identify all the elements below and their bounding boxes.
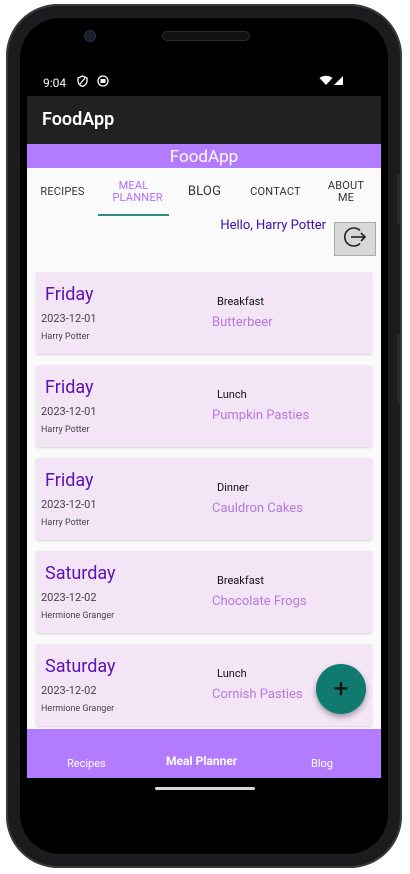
meal-name: Cornish Pasties (212, 687, 303, 702)
meal-date: 2023-12-01 (41, 312, 97, 325)
logout-icon (342, 224, 368, 254)
meal-plan-list: Friday 2023-12-01 Harry Potter Breakfast… (36, 272, 372, 737)
greeting-text: Hello, Harry Potter (220, 218, 326, 233)
bottom-navigation: Recipes Meal Planner Blog (27, 729, 381, 778)
shield-icon (77, 75, 88, 90)
meal-name: Pumpkin Pasties (212, 408, 310, 423)
front-camera (84, 30, 96, 42)
meal-type: Breakfast (217, 574, 264, 587)
meal-day: Saturday (45, 656, 116, 677)
meal-date: 2023-12-01 (41, 405, 97, 418)
meal-day: Friday (45, 284, 94, 305)
status-bar: 9:04 (27, 66, 381, 96)
meal-date: 2023-12-01 (41, 498, 97, 511)
logout-button[interactable] (334, 222, 376, 256)
meal-day: Saturday (45, 563, 116, 584)
meal-person: Hermione Granger (41, 611, 115, 621)
plus-icon: + (333, 674, 349, 704)
meal-card[interactable]: Friday 2023-12-01 Harry Potter Lunch Pum… (36, 365, 372, 447)
nav-recipes[interactable]: Recipes (67, 757, 106, 770)
nav-meal-planner[interactable]: Meal Planner (166, 754, 237, 768)
meal-day: Friday (45, 470, 94, 491)
wifi-icon (319, 75, 333, 89)
app-screen: 9:04 FoodApp FoodApp RECIPES MEAL PLANNE… (27, 66, 381, 778)
tab-bar: RECIPES MEAL PLANNER BLOG CONTACT ABOUT … (27, 168, 381, 216)
meal-card[interactable]: Friday 2023-12-01 Harry Potter Breakfast… (36, 272, 372, 354)
meal-person: Harry Potter (41, 425, 90, 435)
volume-button (397, 174, 400, 224)
meal-date: 2023-12-02 (41, 684, 97, 697)
meal-day: Friday (45, 377, 94, 398)
app-notification-icon (97, 75, 109, 90)
meal-type: Dinner (217, 481, 249, 494)
nav-blog[interactable]: Blog (311, 757, 333, 770)
signal-icon (333, 75, 344, 89)
add-meal-button[interactable]: + (316, 664, 366, 714)
meal-name: Cauldron Cakes (212, 501, 303, 516)
meal-card[interactable]: Friday 2023-12-01 Harry Potter Dinner Ca… (36, 458, 372, 540)
active-tab-indicator (98, 214, 169, 216)
meal-name: Butterbeer (212, 315, 273, 330)
meal-type: Lunch (217, 388, 247, 401)
meal-name: Chocolate Frogs (212, 594, 307, 609)
meal-card[interactable]: Saturday 2023-12-02 Hermione Granger Bre… (36, 551, 372, 633)
tab-recipes[interactable]: RECIPES (27, 168, 98, 216)
tab-meal-planner[interactable]: MEAL PLANNER (98, 168, 169, 216)
meal-date: 2023-12-02 (41, 591, 97, 604)
tab-about-me-label: ABOUT ME (327, 179, 365, 204)
meal-type: Breakfast (217, 295, 264, 308)
power-button (397, 334, 400, 404)
banner-title: FoodApp (27, 144, 381, 168)
meal-person: Harry Potter (41, 332, 90, 342)
tab-contact[interactable]: CONTACT (240, 168, 311, 216)
meal-person: Harry Potter (41, 518, 90, 528)
home-gesture-bar[interactable] (155, 787, 255, 790)
tab-about-me[interactable]: ABOUT ME (311, 168, 381, 216)
tab-blog[interactable]: BLOG (169, 168, 240, 216)
meal-type: Lunch (217, 667, 247, 680)
app-title: FoodApp (42, 109, 115, 130)
tab-meal-planner-label: MEAL PLANNER (112, 179, 163, 204)
earpiece-speaker (162, 31, 250, 41)
app-bar: FoodApp (27, 96, 381, 144)
meal-person: Hermione Granger (41, 704, 115, 714)
status-time: 9:04 (43, 76, 67, 90)
